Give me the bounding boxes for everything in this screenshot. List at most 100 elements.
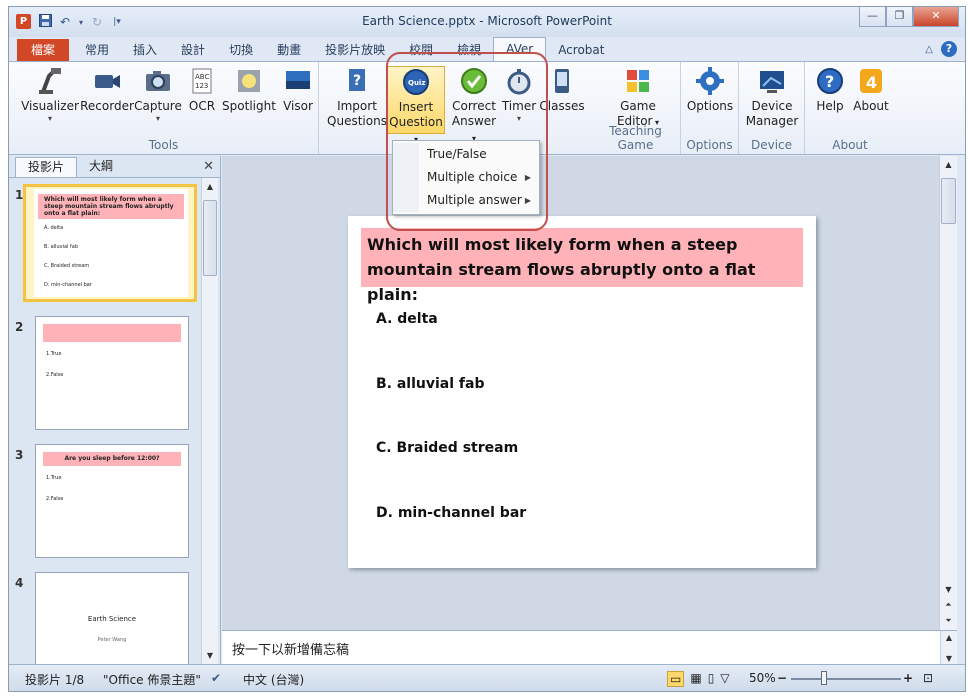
tab-file[interactable]: 檔案 xyxy=(17,39,70,61)
scroll-down-icon[interactable]: ▼ xyxy=(940,585,957,594)
import-questions-button[interactable]: ? Import Questions xyxy=(327,66,387,129)
menu-item-multiple-choice[interactable]: Multiple choice ▶ xyxy=(393,166,539,189)
editor-scroll-thumb[interactable] xyxy=(941,178,956,224)
language[interactable]: 中文 (台灣) xyxy=(243,671,304,688)
dropdown-arrow-icon: ▾ xyxy=(47,114,52,123)
scroll-down-icon[interactable]: ▼ xyxy=(202,651,218,660)
notes-pane[interactable]: 按一下以新增備忘稿 ▲ ▼ xyxy=(222,630,957,665)
insert-question-menu: True/False Multiple choice ▶ Multiple ans… xyxy=(392,140,540,215)
svg-text:123: 123 xyxy=(195,82,208,90)
minimize-ribbon-icon[interactable]: △ xyxy=(925,44,933,55)
device-manager-button[interactable]: Device Manager xyxy=(743,66,801,129)
zoom-out-button[interactable]: − xyxy=(777,671,787,685)
thumb-item: 2.False xyxy=(46,372,64,378)
help-icon[interactable]: ? xyxy=(941,41,957,57)
close-panel-icon[interactable]: ✕ xyxy=(203,159,214,174)
recorder-button[interactable]: Recorder xyxy=(79,66,135,114)
option-c[interactable]: C. Braided stream xyxy=(376,440,518,456)
ocr-icon: ABC123 xyxy=(192,68,212,94)
window-controls: — ❐ ✕ xyxy=(859,7,959,27)
menu-item-true-false[interactable]: True/False xyxy=(393,143,539,166)
panel-tabs: 投影片 大綱 xyxy=(9,156,220,178)
svg-text:Quiz: Quiz xyxy=(408,79,425,87)
tab-insert[interactable]: 插入 xyxy=(121,39,169,61)
powerpoint-window: P ↶ ▾ ↻ |▾ Earth Science.pptx - Microsof… xyxy=(8,6,966,692)
normal-view-icon[interactable]: ▭ xyxy=(667,671,685,687)
panel-scrollbar[interactable]: ▲ ▼ xyxy=(201,178,218,664)
zoom-level[interactable]: 50% xyxy=(749,671,776,685)
visualizer-button[interactable]: Visualizer ▾ xyxy=(13,66,87,124)
slide-editor: Which will most likely form when a steep… xyxy=(222,156,939,630)
tab-review[interactable]: 校閱 xyxy=(397,39,445,61)
capture-button[interactable]: Capture ▾ xyxy=(133,66,183,124)
previous-slide-icon[interactable]: ⏶ xyxy=(940,600,957,610)
slide-thumbnail-4[interactable]: Earth Science Peter Wang xyxy=(35,572,189,672)
svg-text:?: ? xyxy=(825,72,834,91)
scroll-up-icon[interactable]: ▲ xyxy=(941,633,957,642)
tab-transitions[interactable]: 切換 xyxy=(217,39,265,61)
device-manager-icon xyxy=(760,71,784,93)
game-editor-button[interactable]: Game Editor ▾ xyxy=(611,66,665,130)
zoom-in-button[interactable]: + xyxy=(903,671,913,685)
tab-view[interactable]: 檢視 xyxy=(445,39,493,61)
menu-item-multiple-answer[interactable]: Multiple answer ▶ xyxy=(393,189,539,212)
thumb-item: B. alluvial fab xyxy=(44,244,79,250)
group-device: Device Manager Device xyxy=(739,62,805,154)
minimize-button[interactable]: — xyxy=(859,7,886,27)
tab-aver[interactable]: AVer xyxy=(493,37,547,61)
tab-acrobat[interactable]: Acrobat xyxy=(546,39,616,61)
scroll-up-icon[interactable]: ▲ xyxy=(940,160,957,169)
group-label-device: Device xyxy=(750,138,793,152)
current-slide[interactable]: Which will most likely form when a steep… xyxy=(348,216,816,568)
reading-view-icon[interactable]: ▯ xyxy=(708,671,715,687)
theme-name[interactable]: "Office 佈景主題" xyxy=(103,671,201,688)
option-a[interactable]: A. delta xyxy=(376,311,438,327)
fit-to-window-icon[interactable]: ⊡ xyxy=(923,671,933,685)
slide-thumbnail-2[interactable]: 1.True 2.False xyxy=(35,316,189,430)
question-text[interactable]: Which will most likely form when a steep… xyxy=(361,228,803,304)
slide-number: 4 xyxy=(15,576,24,590)
insert-question-button[interactable]: Quiz Insert Question ▾ xyxy=(387,66,445,144)
timer-button[interactable]: Timer ▾ xyxy=(499,66,539,124)
notes-scrollbar[interactable]: ▲ ▼ xyxy=(940,631,957,665)
next-slide-icon[interactable]: ⏷ xyxy=(940,616,957,626)
help-button[interactable]: ? Help xyxy=(811,66,849,114)
slide-number: 2 xyxy=(15,320,24,334)
thumb-header: Which will most likely form when a steep… xyxy=(38,194,184,219)
ocr-button[interactable]: ABC 123 OCR xyxy=(185,66,219,114)
panel-scroll-thumb[interactable] xyxy=(203,200,217,276)
correct-answer-button[interactable]: Correct Answer ▾ xyxy=(449,66,499,146)
scroll-up-icon[interactable]: ▲ xyxy=(202,182,218,191)
options-button[interactable]: Options xyxy=(685,66,735,114)
tab-slides[interactable]: 投影片 xyxy=(15,157,78,177)
option-b[interactable]: B. alluvial fab xyxy=(376,376,484,392)
scroll-down-icon[interactable]: ▼ xyxy=(941,654,957,663)
zoom-slider[interactable] xyxy=(791,678,901,680)
game-editor-icon xyxy=(627,70,649,92)
about-button[interactable]: 4 About xyxy=(851,66,891,114)
editor-scrollbar[interactable]: ▲ ▼ ⏶ ⏷ xyxy=(939,156,957,630)
view-buttons: ▭ ▦ ▯ ▽ xyxy=(667,671,730,687)
visor-button[interactable]: Visor xyxy=(279,66,317,114)
classes-button[interactable]: Classes xyxy=(539,66,585,114)
slide-thumbnail-content: Which will most likely form when a steep… xyxy=(34,189,188,297)
spotlight-button[interactable]: Spotlight xyxy=(221,66,277,114)
slide-thumbnail-3[interactable]: Are you sleep before 12:00? 1.True 2.Fal… xyxy=(35,444,189,558)
status-bar: 投影片 1/8 "Office 佈景主題" ✔ 中文 (台灣) ▭ ▦ ▯ ▽ … xyxy=(9,664,965,691)
thumb-item: 1.True xyxy=(46,475,62,481)
tab-slideshow[interactable]: 投影片放映 xyxy=(313,39,397,61)
group-label-teaching-game: Teaching Game xyxy=(609,124,662,152)
group-label-options: Options xyxy=(686,138,733,152)
slideshow-view-icon[interactable]: ▽ xyxy=(720,671,729,687)
close-button[interactable]: ✕ xyxy=(913,7,959,27)
slide-sorter-icon[interactable]: ▦ xyxy=(690,671,701,687)
option-d[interactable]: D. min-channel bar xyxy=(376,505,526,521)
spell-check-icon[interactable]: ✔ xyxy=(211,671,221,685)
tab-animations[interactable]: 動畫 xyxy=(265,39,313,61)
tab-home[interactable]: 常用 xyxy=(73,39,121,61)
zoom-slider-knob[interactable] xyxy=(821,671,827,685)
slide-thumbnail-1[interactable]: Which will most likely form when a steep… xyxy=(23,184,197,302)
restore-button[interactable]: ❐ xyxy=(886,7,913,27)
tab-outline[interactable]: 大綱 xyxy=(77,157,125,177)
tab-design[interactable]: 設計 xyxy=(169,39,217,61)
